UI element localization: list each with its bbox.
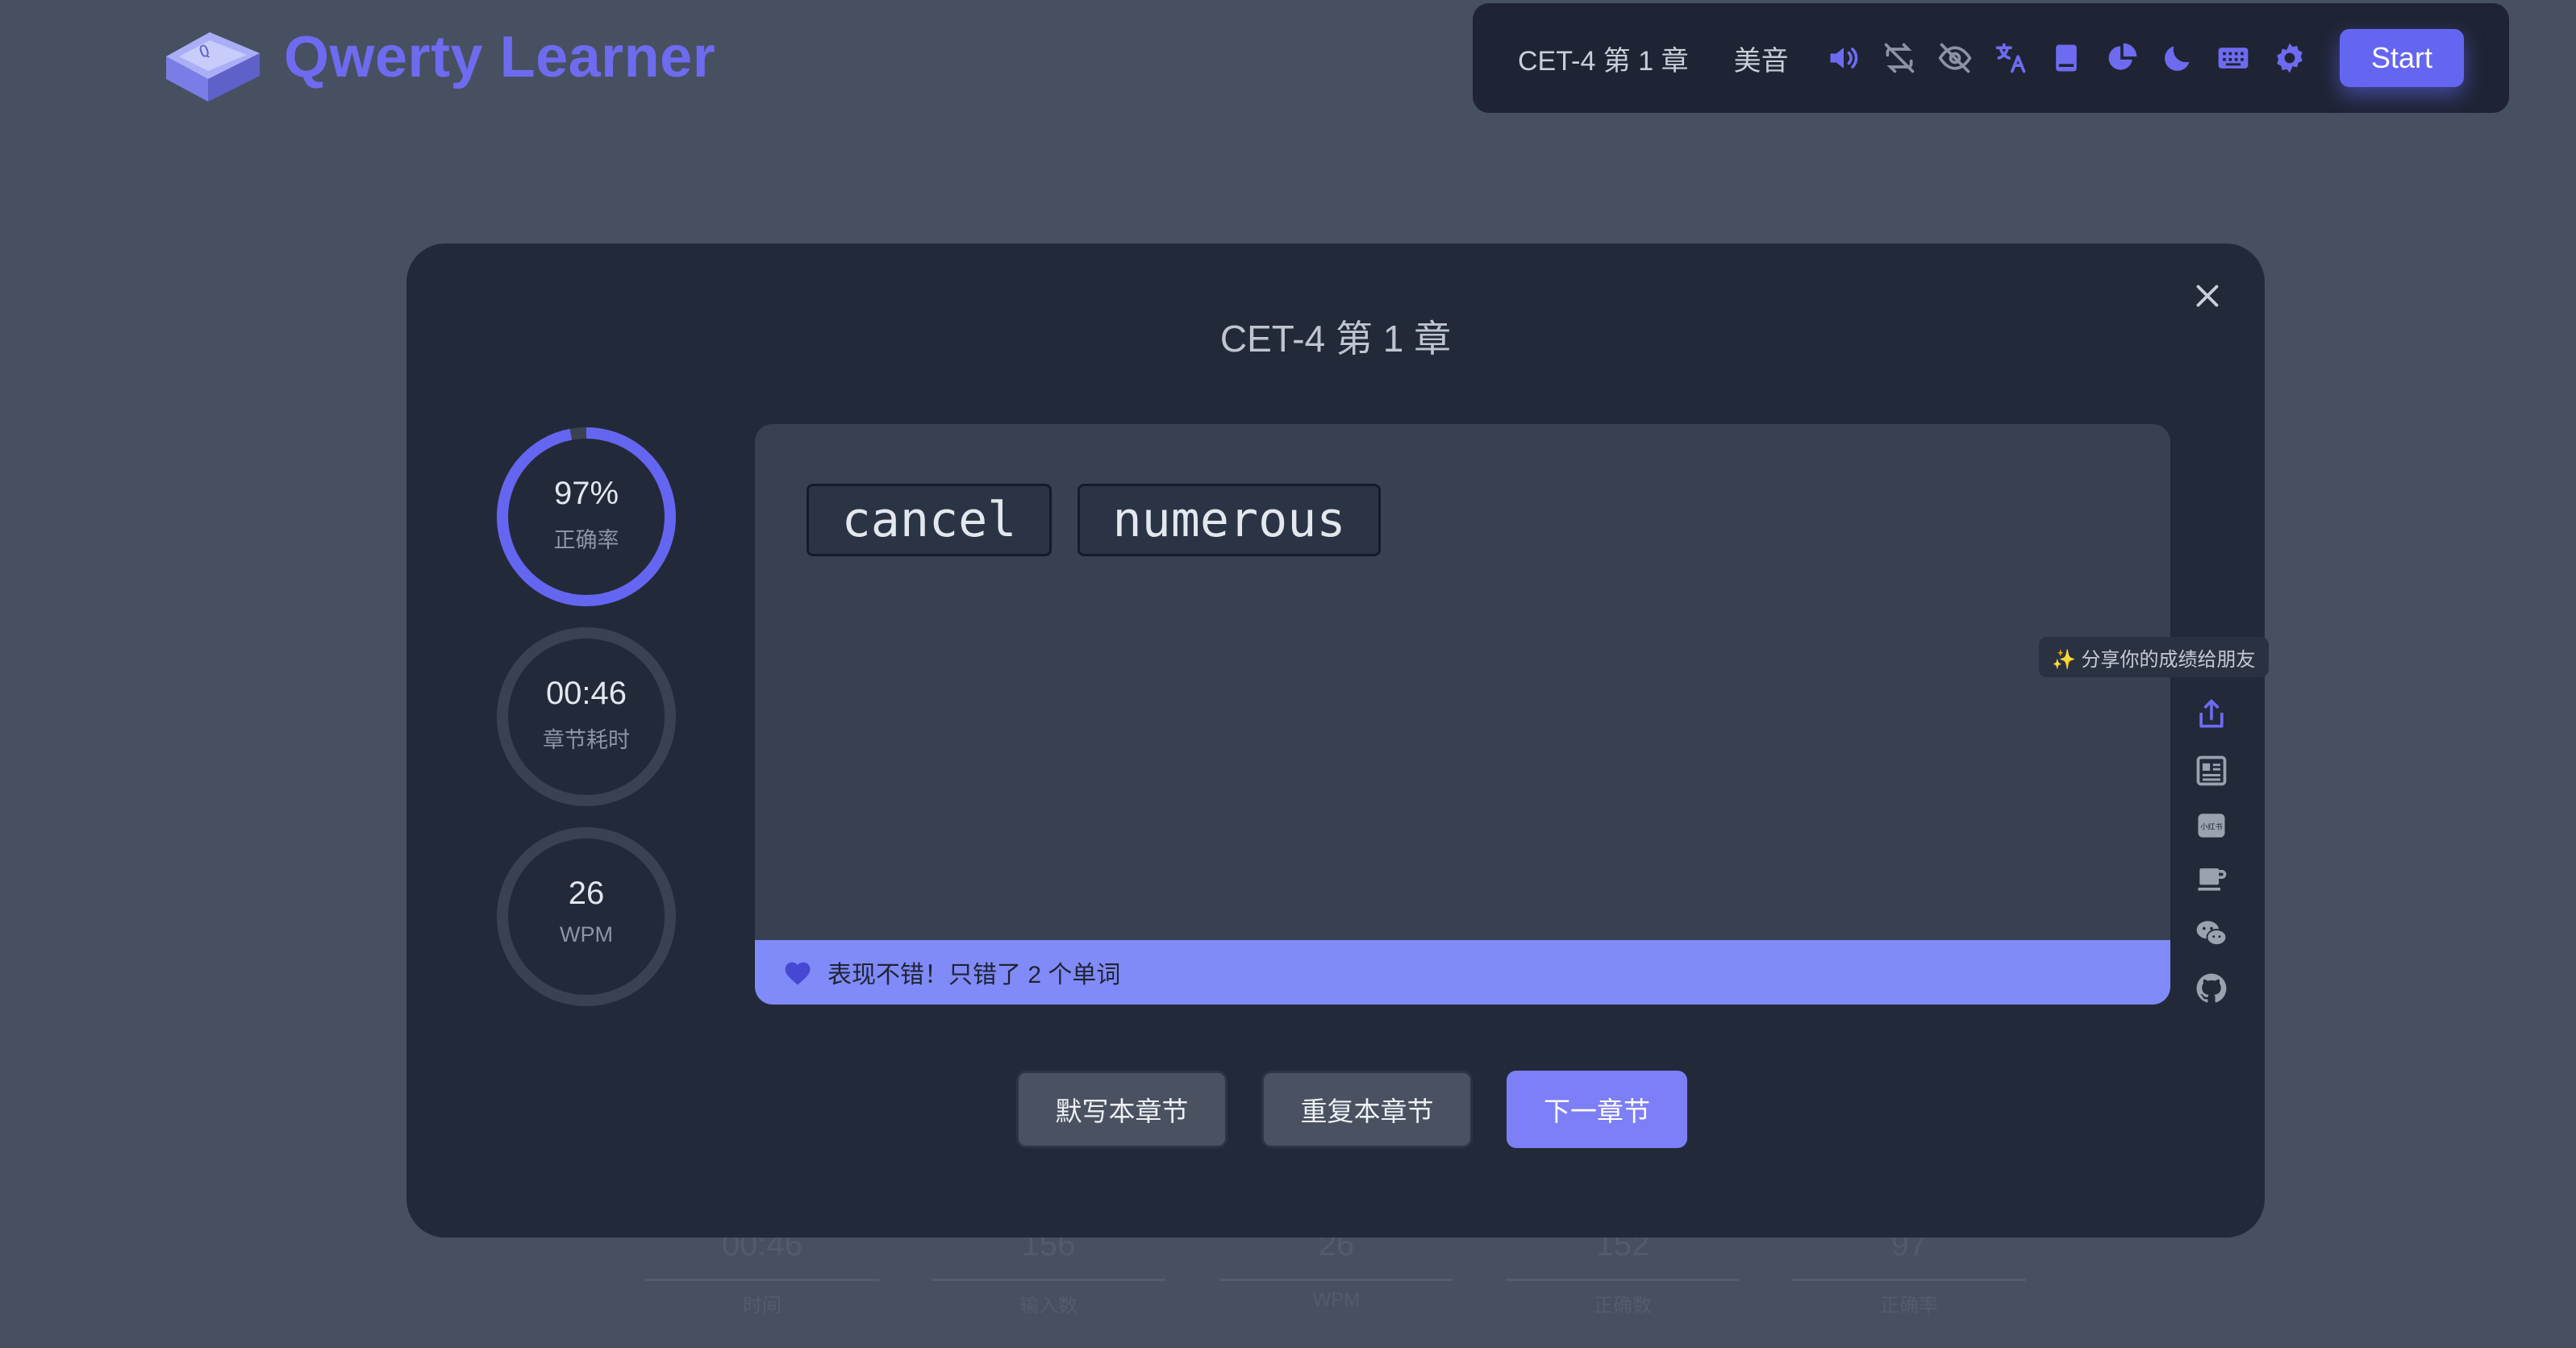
chapter-result-modal: CET-4 第 1 章 97% 正确率 00:46 章节耗时 26 WPM ca… [406, 243, 2269, 1238]
share-tooltip: ✨ 分享你的成绩给朋友 [2039, 637, 2269, 677]
time-label: 章节耗时 [543, 728, 630, 752]
wpm-label: WPM [560, 922, 613, 947]
eye-off-icon[interactable] [1928, 29, 1983, 87]
github-icon[interactable] [2194, 971, 2229, 1006]
result-message: 表现不错！只错了 2 个单词 [827, 962, 1121, 988]
wechat-icon[interactable] [2194, 916, 2229, 951]
result-message-bar: 表现不错！只错了 2 个单词 [755, 940, 2170, 1005]
dictation-chapter-button[interactable]: 默写本章节 [1016, 1071, 1228, 1148]
top-toolbar: CET-4 第 1 章 美音 Start [1473, 3, 2509, 113]
bg-stat-correct: 152 正确数 [1506, 1227, 1740, 1317]
time-value: 00:46 [545, 676, 627, 711]
start-button[interactable]: Start [2340, 29, 2464, 87]
accuracy-label: 正确率 [553, 528, 619, 552]
wrong-word-chip[interactable]: cancel [807, 484, 1052, 556]
accuracy-ring: 97% 正确率 [494, 424, 679, 610]
heart-icon [785, 962, 811, 985]
article-icon[interactable] [2194, 753, 2229, 788]
gear-icon[interactable] [2261, 29, 2317, 87]
moon-icon[interactable] [2150, 29, 2206, 87]
pie-chart-icon[interactable] [2095, 29, 2150, 87]
volume-icon[interactable] [1816, 29, 1872, 87]
background-stats-bar: 00:46 时间 156 输入数 26 WPM 152 正确数 97 正确率 [645, 1227, 2026, 1348]
wpm-value: 26 [568, 876, 605, 911]
wrong-words-panel: cancel numerous 表现不错！只错了 2 个单词 [755, 424, 2170, 1005]
accuracy-value: 97% [553, 476, 619, 511]
close-icon[interactable] [2189, 277, 2226, 314]
book-icon[interactable] [2039, 29, 2095, 87]
bg-stat-inputs: 156 输入数 [932, 1227, 1165, 1317]
pronunciation-selector[interactable]: 美音 [1734, 39, 1789, 78]
time-ring: 00:46 章节耗时 [494, 624, 679, 809]
bg-stat-accuracy: 97 正确率 [1792, 1227, 2026, 1317]
share-icon[interactable] [2194, 697, 2229, 732]
bg-stat-time: 00:46 时间 [645, 1227, 879, 1317]
keycap-logo[interactable]: Q [160, 15, 265, 105]
wrong-word-chip[interactable]: numerous [1078, 484, 1381, 556]
wpm-ring: 26 WPM [494, 824, 679, 1009]
bg-stat-wpm: 26 WPM [1219, 1227, 1453, 1312]
modal-title: CET-4 第 1 章 [1219, 318, 1452, 360]
translate-icon[interactable] [1983, 29, 2039, 87]
xiaohongshu-icon[interactable]: 小红书 [2194, 808, 2229, 843]
dictionary-chapter-selector[interactable]: CET-4 第 1 章 [1518, 39, 1689, 78]
next-chapter-button[interactable]: 下一章节 [1507, 1071, 1687, 1148]
keyboard-icon[interactable] [2206, 29, 2261, 87]
coffee-icon[interactable] [2194, 861, 2229, 897]
repeat-chapter-button[interactable]: 重复本章节 [1261, 1071, 1473, 1148]
loop-off-icon[interactable] [1872, 29, 1928, 87]
app-title: Qwerty Learner [284, 25, 716, 89]
svg-text:小红书: 小红书 [2200, 822, 2222, 832]
